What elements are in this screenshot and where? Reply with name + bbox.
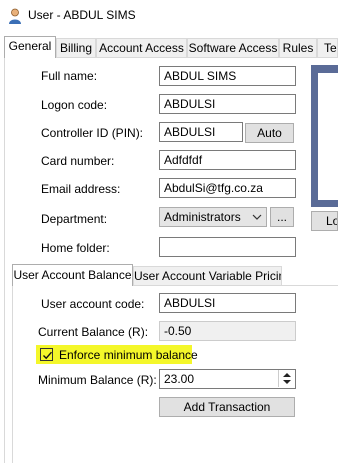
enforce-checkbox[interactable] (40, 348, 53, 361)
controller-id-label: Controller ID (PIN): (41, 126, 144, 140)
tab-general[interactable]: General (4, 36, 56, 58)
full-name-label: Full name: (41, 69, 98, 83)
full-name-field[interactable]: ABDUL SIMS (159, 66, 296, 86)
controller-id-field[interactable]: ABDULSI (159, 122, 243, 142)
current-balance-field: -0.50 (159, 321, 296, 341)
department-select[interactable]: Administrators (159, 207, 267, 227)
user-icon (8, 8, 22, 24)
auto-button[interactable]: Auto (245, 123, 294, 143)
spin-down-icon[interactable] (283, 380, 291, 384)
add-transaction-button[interactable]: Add Transaction (159, 397, 295, 417)
email-field[interactable]: AbdulSi@tfg.co.za (159, 178, 296, 198)
min-balance-spinner[interactable] (278, 370, 294, 387)
logon-code-field[interactable]: ABDULSI (159, 94, 296, 114)
tab-account-access[interactable]: Account Access (96, 38, 187, 57)
user-photo (318, 73, 338, 200)
card-number-label: Card number: (41, 154, 115, 168)
tab-billing[interactable]: Billing (56, 38, 96, 57)
check-icon (43, 351, 53, 360)
department-value: Administrators (164, 210, 241, 224)
window-title: User - ABDUL SIMS (28, 8, 136, 22)
main-tabs: General Billing Account Access Software … (0, 36, 338, 58)
tab-user-account-variable-pricing[interactable]: User Account Variable Pricing (133, 266, 282, 286)
tab-software-access[interactable]: Software Access (187, 38, 279, 57)
min-balance-field[interactable]: 23.00 (159, 369, 296, 389)
department-label: Department: (41, 212, 108, 226)
home-folder-label: Home folder: (41, 241, 110, 255)
account-code-label: User account code: (41, 297, 145, 311)
logon-code-label: Logon code: (41, 98, 108, 112)
email-label: Email address: (41, 182, 121, 196)
current-balance-label: Current Balance (R): (38, 325, 149, 339)
tab-te[interactable]: Te (317, 38, 338, 57)
enforce-label[interactable]: Enforce minimum balance (59, 348, 198, 362)
title-bar: User - ABDUL SIMS (0, 0, 338, 30)
account-code-field[interactable]: ABDULSI (159, 293, 296, 313)
card-number-field[interactable]: Adfdfdf (159, 150, 296, 170)
tab-user-account-balance[interactable]: User Account Balance (12, 264, 133, 286)
spin-up-icon[interactable] (283, 373, 291, 377)
min-balance-label: Minimum Balance (R): (38, 373, 157, 387)
department-browse-button[interactable]: ... (270, 207, 294, 227)
home-folder-field[interactable] (159, 237, 296, 257)
tab-rules[interactable]: Rules (279, 38, 317, 57)
load-photo-button[interactable]: Lo (311, 211, 338, 231)
chevron-down-icon (252, 208, 262, 226)
